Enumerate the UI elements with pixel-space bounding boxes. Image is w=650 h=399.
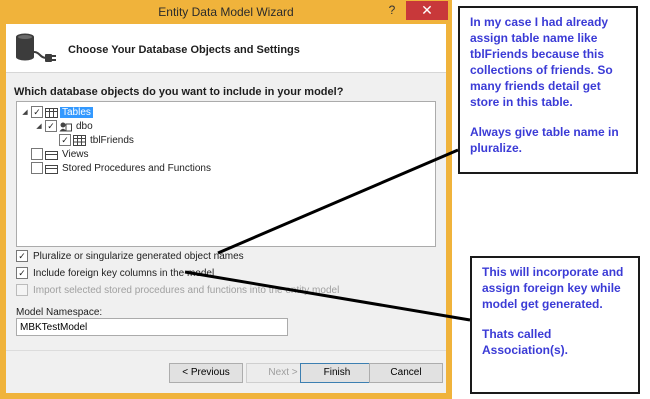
tree-node-dbo[interactable]: ◢ dbo <box>35 119 95 133</box>
objects-tree[interactable]: ◢ Tables ◢ dbo <box>16 101 436 247</box>
tblfriends-checkbox[interactable] <box>59 134 71 146</box>
foreign-key-label[interactable]: Include foreign key columns in the model <box>33 268 214 279</box>
procedures-folder-icon <box>45 164 58 174</box>
footer-divider <box>6 350 446 351</box>
annotation-table-naming: In my case I had already assign table na… <box>458 6 638 174</box>
import-procedures-checkbox <box>16 284 28 296</box>
expand-arrow-icon[interactable]: ◢ <box>21 108 29 116</box>
pluralize-label[interactable]: Pluralize or singularize generated objec… <box>33 251 244 262</box>
annotation-foreign-key: This will incorporate and assign foreign… <box>470 256 640 394</box>
views-checkbox[interactable] <box>31 148 43 160</box>
tree-node-stored-procedures[interactable]: Stored Procedures and Functions <box>31 161 213 175</box>
close-button[interactable]: ✕ <box>406 1 448 20</box>
namespace-input[interactable] <box>16 318 288 336</box>
cancel-button[interactable]: Cancel <box>369 363 443 383</box>
import-procedures-option: Import selected stored procedures and fu… <box>16 284 339 296</box>
tree-node-tables[interactable]: ◢ Tables <box>21 105 93 119</box>
expand-arrow-icon[interactable]: ◢ <box>35 122 43 130</box>
tree-label-views[interactable]: Views <box>60 149 91 160</box>
annotation-foreign-key-text: This will incorporate and assign foreign… <box>482 265 624 311</box>
pluralize-option[interactable]: Pluralize or singularize generated objec… <box>16 250 244 262</box>
tree-label-tables[interactable]: Tables <box>60 106 93 118</box>
tables-folder-icon <box>45 107 58 118</box>
finish-button[interactable]: Finish <box>300 363 374 383</box>
tree-node-tblfriends[interactable]: tblFriends <box>59 133 136 147</box>
pluralize-checkbox[interactable] <box>16 250 28 262</box>
wizard-header: Choose Your Database Objects and Setting… <box>6 24 446 73</box>
import-procedures-label: Import selected stored procedures and fu… <box>33 284 340 296</box>
tree-label-dbo[interactable]: dbo <box>74 121 95 132</box>
foreign-key-option[interactable]: Include foreign key columns in the model <box>16 267 214 279</box>
previous-button[interactable]: < Previous <box>169 363 243 383</box>
database-plug-icon <box>16 33 56 62</box>
stored-procedures-checkbox[interactable] <box>31 162 43 174</box>
tree-label-tblfriends[interactable]: tblFriends <box>88 135 136 146</box>
wizard-client: Choose Your Database Objects and Setting… <box>6 24 446 393</box>
annotation-table-naming-tip: Always give table name in pluralize. <box>470 125 619 155</box>
namespace-label: Model Namespace: <box>16 307 103 318</box>
help-button[interactable]: ? <box>383 3 401 19</box>
views-folder-icon <box>45 150 58 160</box>
tree-label-stored-procedures[interactable]: Stored Procedures and Functions <box>60 163 213 174</box>
wizard-window: Entity Data Model Wizard ? ✕ Choose Your… <box>0 0 452 399</box>
table-icon <box>73 134 86 146</box>
page-title: Choose Your Database Objects and Setting… <box>68 44 300 56</box>
annotation-table-naming-text: In my case I had already assign table na… <box>470 15 613 109</box>
annotation-foreign-key-tip: Thats called Association(s). <box>482 327 569 357</box>
tree-node-views[interactable]: Views <box>31 147 91 161</box>
objects-question: Which database objects do you want to in… <box>14 86 344 98</box>
schema-icon <box>59 122 72 131</box>
tables-checkbox[interactable] <box>31 106 43 118</box>
title-bar: Entity Data Model Wizard ? ✕ <box>0 0 452 24</box>
dbo-checkbox[interactable] <box>45 120 57 132</box>
foreign-key-checkbox[interactable] <box>16 267 28 279</box>
